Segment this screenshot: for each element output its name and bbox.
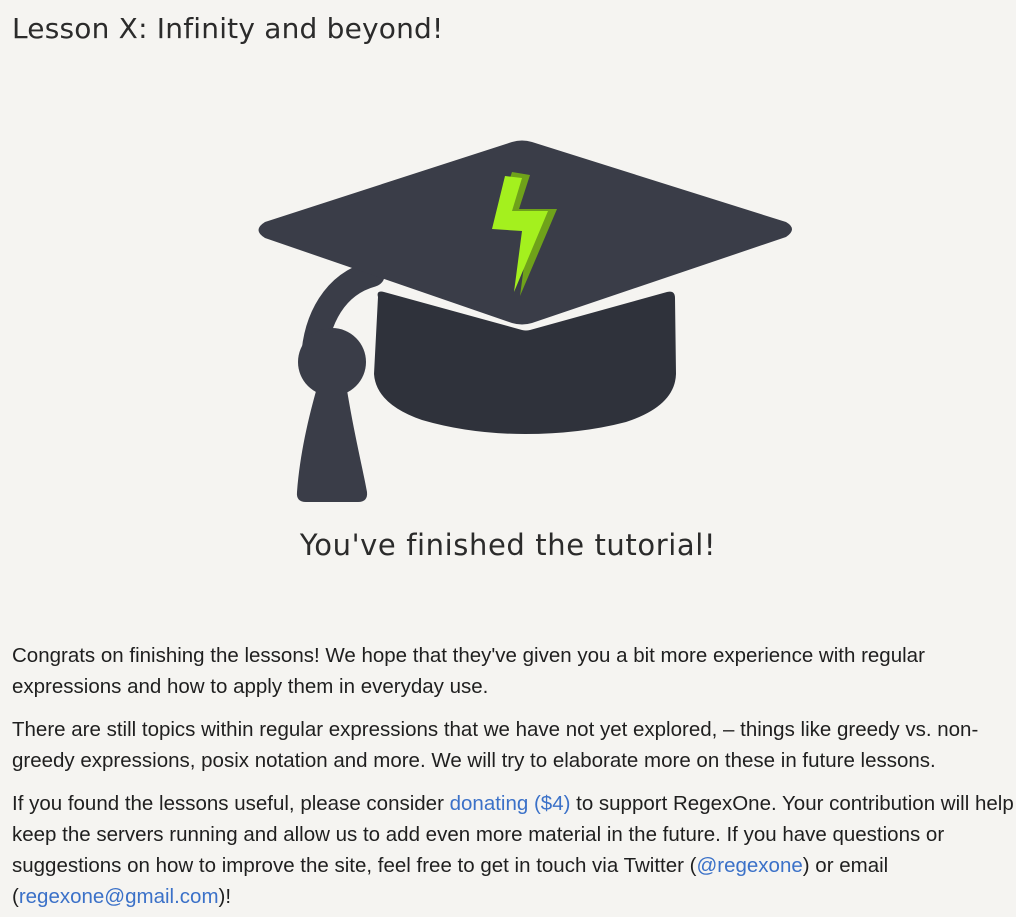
tassel-body (296, 384, 368, 502)
donate-link[interactable]: donating ($4) (450, 792, 571, 815)
support-text-4: )! (218, 885, 232, 908)
paragraph-topics: There are still topics within regular ex… (12, 718, 979, 772)
finished-heading: You've finished the tutorial! (299, 528, 717, 562)
graduation-cap-icon (258, 140, 792, 502)
email-link[interactable]: regexone@gmail.com (19, 885, 219, 908)
lesson-content: Congrats on finishing the lessons! We ho… (12, 640, 1016, 917)
paragraph-support: If you found the lessons useful, please … (12, 788, 1016, 912)
support-text-1: If you found the lessons useful, please … (12, 792, 450, 815)
graduation-cap-illustration (250, 134, 800, 506)
lesson-title: Lesson X: Infinity and beyond! (12, 12, 444, 45)
twitter-link[interactable]: @regexone (696, 854, 802, 877)
paragraph-congrats: Congrats on finishing the lessons! We ho… (12, 644, 925, 698)
